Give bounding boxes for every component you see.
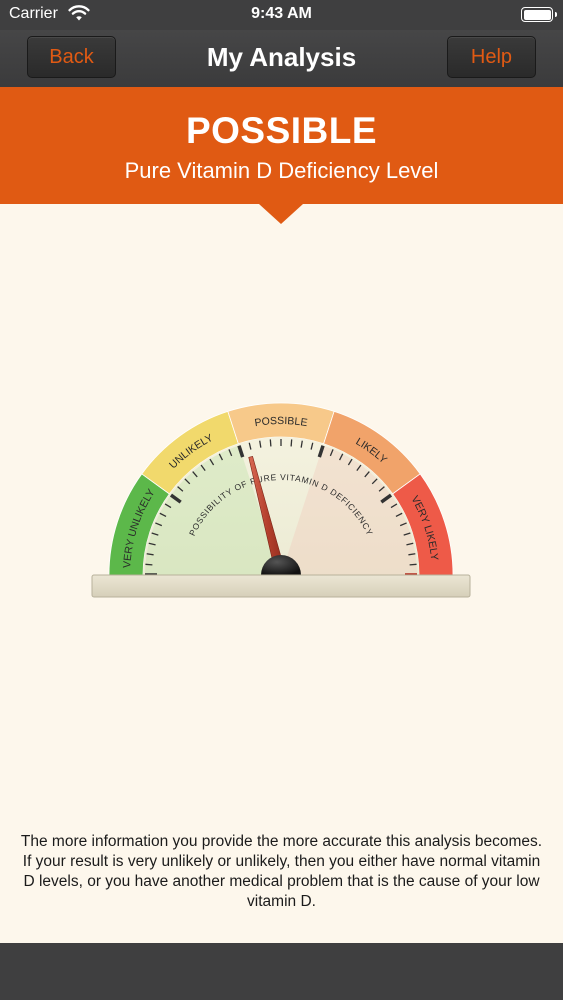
gauge-tick xyxy=(145,563,153,566)
result-banner: POSSIBLE Pure Vitamin D Deficiency Level xyxy=(0,87,563,204)
footer-bar xyxy=(0,943,563,1000)
banner-pointer-arrow xyxy=(259,204,303,224)
battery-icon xyxy=(521,7,557,22)
gauge-tick xyxy=(269,439,272,447)
result-subtitle: Pure Vitamin D Deficiency Level xyxy=(124,158,439,183)
clock-time: 9:43 AM xyxy=(251,5,312,22)
info-text: The more information you provide the mor… xyxy=(20,833,543,910)
deficiency-gauge: VERY UNLIKELYUNLIKELYPOSSIBLELIKELYVERY … xyxy=(91,402,471,598)
gauge-tick xyxy=(409,563,417,566)
status-bar: Carrier 9:43 AM xyxy=(0,0,563,30)
navigation-bar: Back My Analysis Help xyxy=(0,30,563,87)
result-level: POSSIBLE xyxy=(185,110,378,151)
help-button[interactable]: Help xyxy=(447,36,536,78)
gauge-base-plate xyxy=(91,574,471,598)
gauge-tick xyxy=(290,439,293,447)
